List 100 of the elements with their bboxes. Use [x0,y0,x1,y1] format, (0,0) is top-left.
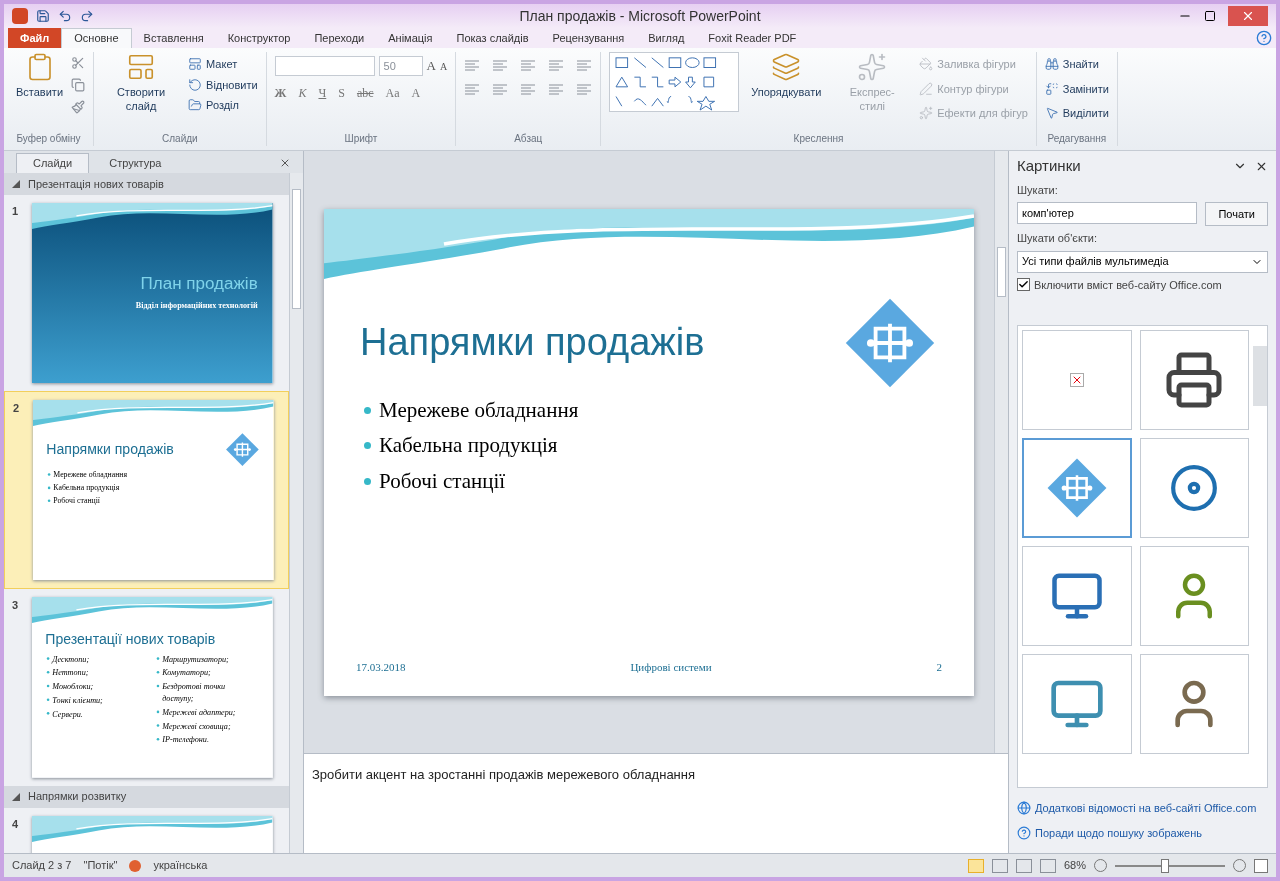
arrange-icon [771,52,802,82]
status-theme: "Потік" [83,858,118,874]
help-icon[interactable] [1256,30,1272,46]
paragraph-format-icon[interactable] [548,60,565,72]
slide-bullet: Бездротові точки доступу; [162,681,227,706]
reset-button[interactable]: Відновити [188,76,258,93]
media-type-dropdown[interactable]: Усі типи файлів мультимедіа [1017,250,1268,273]
zoom-percent[interactable]: 68% [1063,857,1086,874]
shape-fill-icon [919,57,934,72]
clip-art-thumbnail[interactable] [1022,654,1132,754]
slide-title: Напрямки продажів [360,320,705,365]
ribbon-tab[interactable]: Переходи [302,28,377,48]
paragraph-format-icon[interactable] [464,60,481,72]
paragraph-format-icon[interactable] [548,84,565,96]
undo-icon[interactable] [58,9,72,23]
clip-art-thumbnail[interactable] [1022,546,1132,646]
view-button[interactable] [967,858,984,873]
ribbon-tab[interactable]: Файл [8,28,62,48]
select-button[interactable]: Виділити [1044,105,1109,122]
layout-button[interactable]: Макет [188,56,258,73]
help-link[interactable]: Додаткові відомості на веб-сайті Office.com [1035,800,1257,817]
shapes-gallery-drawing[interactable] [609,52,740,112]
view-button[interactable] [1015,858,1032,873]
paragraph-format-icon[interactable] [576,84,593,96]
ribbon-tab[interactable]: Вставлення [131,28,216,48]
paragraph-format-icon[interactable] [520,84,537,96]
replace-icon [1044,81,1059,96]
paragraph-format-icon[interactable] [492,84,509,96]
pane-tab[interactable]: Слайди [16,153,90,173]
font-format-button[interactable]: S [338,84,345,102]
slide-bullet: Тонкі клієнти; [52,694,103,707]
ribbon-tab[interactable]: Вигляд [636,28,697,48]
font-format-button[interactable]: К [298,84,307,102]
slide-bullet: Кабельна продукція [379,432,558,459]
fit-to-window-icon[interactable] [1254,858,1268,873]
new-slide-button[interactable]: Створити слайд [102,52,181,114]
group-label: Редагування [1046,132,1108,146]
shrink-font-button[interactable]: A [440,58,448,74]
font-format-button[interactable]: A [411,84,421,102]
view-button[interactable] [991,858,1008,873]
clip-art-thumbnail[interactable] [1022,438,1132,538]
clip-art-thumbnail[interactable] [1022,330,1132,430]
checkbox[interactable] [1017,278,1030,292]
replace-button[interactable]: Замінити [1044,80,1109,97]
arrange-button[interactable]: Упорядкувати [747,52,826,100]
status-slide: Слайд 2 з 7 [12,858,72,874]
font-format-button[interactable]: Ч [318,84,327,102]
search-field[interactable]: комп'ютер [1017,202,1198,224]
close-icon[interactable] [279,157,291,169]
pane-tab[interactable]: Структура [93,153,178,173]
section-header[interactable]: Презентація нових товарів [4,173,289,195]
ribbon-tab[interactable]: Конструктор [215,28,303,48]
paste-button[interactable]: Вставити [12,52,68,100]
group-label: Креслення [792,132,845,146]
maximize-icon[interactable] [1204,10,1216,22]
format-painter-icon[interactable] [71,100,86,114]
grow-font-button[interactable]: A [426,56,436,76]
status-language[interactable]: українська [153,857,208,874]
paragraph-format-icon[interactable] [576,60,593,72]
quick-styles-icon [857,52,888,82]
speaker-notes[interactable]: Зробити акцент на зростанні продажів мережевого обладнання [312,767,695,782]
slide-bullet: Мережеві адаптери; [162,707,236,719]
ribbon-tab[interactable]: Показ слайдів [444,28,541,48]
font-format-button[interactable]: abc [356,84,374,102]
slide-title: Напрямки продажів [46,440,174,460]
zoom-slider-thumb[interactable] [1160,858,1169,873]
slide-bullet: Моноблоки; [52,681,94,693]
clip-art-thumbnail[interactable] [1139,438,1249,538]
help-link[interactable]: Поради щодо пошуку зображень [1035,824,1203,841]
spellcheck-icon[interactable] [129,859,142,872]
paragraph-format-icon[interactable] [520,60,537,72]
clip-art-thumbnail[interactable] [1139,330,1249,430]
group-label: Слайди [161,132,199,146]
section-header[interactable]: Напрямки розвитку [4,785,289,808]
clip-art-thumbnail[interactable] [1139,546,1249,646]
slide-bullet: IP-телефони. [162,734,209,747]
find-button[interactable]: Знайти [1044,56,1109,73]
font-name-field[interactable] [274,56,375,76]
cut-icon[interactable] [71,56,86,70]
paragraph-format-icon[interactable] [464,84,481,96]
slide-bullet: Маршрутизатори; [162,653,229,666]
close-button[interactable] [1228,6,1268,26]
clip-art-thumbnail[interactable] [1139,654,1249,754]
font-format-button[interactable]: Ж [274,84,287,102]
paragraph-format-icon[interactable] [492,60,509,72]
ribbon-tab[interactable]: Foxit Reader PDF [696,28,809,48]
copy-icon[interactable] [71,78,86,92]
save-icon[interactable] [36,9,50,23]
section-button[interactable]: Розділ [188,97,258,114]
go-button[interactable]: Почати [1205,202,1268,226]
ribbon-tab[interactable]: Основне [61,28,132,48]
view-button[interactable] [1039,858,1056,873]
scrollbar[interactable] [289,173,303,853]
ribbon-tab[interactable]: Рецензування [540,28,637,48]
redo-icon[interactable] [80,9,94,23]
ribbon-tab[interactable]: Анімація [376,28,445,48]
scrollbar[interactable] [994,151,1008,753]
font-format-button[interactable]: Aa [385,84,400,102]
group-label: Буфер обміну [15,132,82,146]
slide-bullet: Неттопи; [52,667,89,680]
